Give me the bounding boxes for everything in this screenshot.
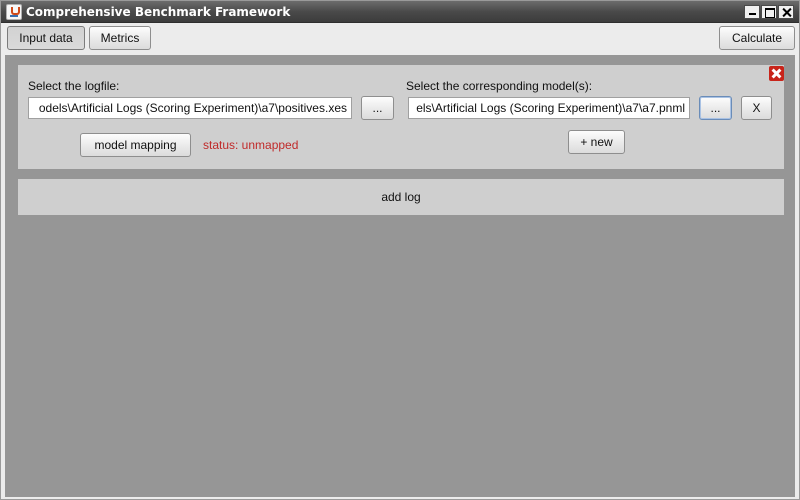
logfile-path-field[interactable]: odels\Artificial Logs (Scoring Experimen… [28, 97, 352, 119]
model-mapping-button[interactable]: model mapping [80, 133, 191, 157]
new-model-button[interactable]: + new [568, 130, 625, 154]
remove-log-icon[interactable] [769, 66, 784, 81]
model-label: Select the corresponding model(s): [406, 79, 593, 93]
add-log-button[interactable]: add log [18, 179, 784, 215]
close-window-icon[interactable] [778, 5, 794, 19]
status-text: status: unmapped [203, 138, 299, 152]
java-app-icon [6, 4, 22, 20]
window-title: Comprehensive Benchmark Framework [26, 5, 291, 19]
log-entry-panel: Select the logfile: odels\Artificial Log… [18, 65, 784, 169]
tab-input-data[interactable]: Input data [7, 26, 85, 50]
model-path-field[interactable]: els\Artificial Logs (Scoring Experiment)… [408, 97, 690, 119]
browse-logfile-button[interactable]: ... [361, 96, 394, 120]
title-bar[interactable]: Comprehensive Benchmark Framework [1, 1, 799, 23]
calculate-button[interactable]: Calculate [719, 26, 795, 50]
minimize-icon[interactable] [744, 5, 760, 19]
maximize-icon[interactable] [761, 5, 777, 19]
app-window: Comprehensive Benchmark Framework Input … [0, 0, 800, 500]
logfile-label: Select the logfile: [28, 79, 120, 93]
content-area: Select the logfile: odels\Artificial Log… [5, 55, 795, 497]
tab-metrics[interactable]: Metrics [89, 26, 151, 50]
remove-model-button[interactable]: X [741, 96, 772, 120]
browse-model-button[interactable]: ... [699, 96, 732, 120]
toolbar: Input data Metrics Calculate [1, 23, 799, 55]
